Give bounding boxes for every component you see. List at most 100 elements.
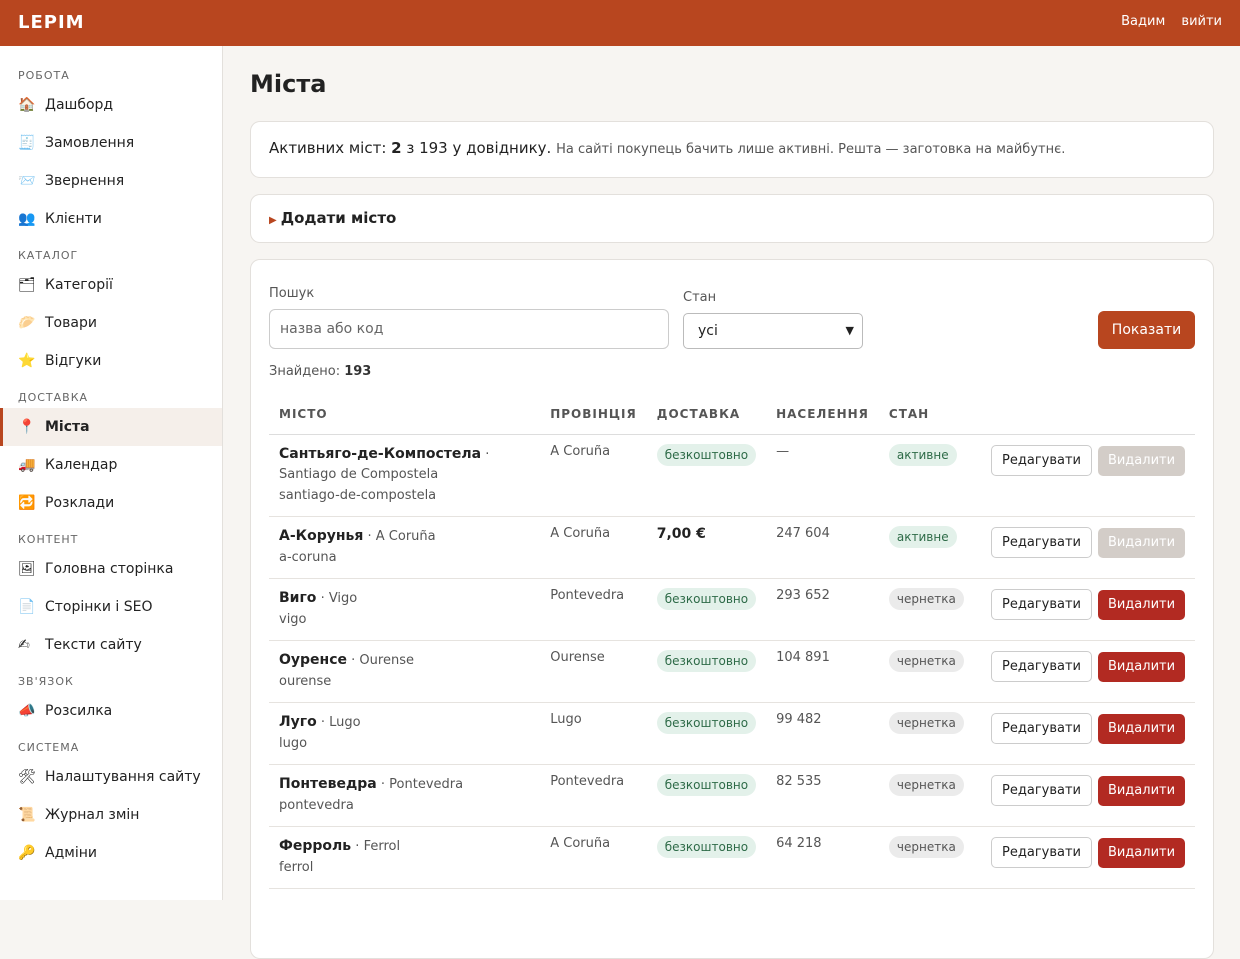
show-button[interactable]: Показати: [1098, 311, 1195, 349]
brand-logo[interactable]: LEPIM: [18, 12, 85, 33]
triangle-right-icon: ▶: [269, 215, 277, 226]
sidebar-item-label: Сторінки і SEO: [45, 599, 153, 615]
sidebar-item-icon: 📣: [18, 703, 36, 719]
edit-button[interactable]: Редагувати: [991, 588, 1092, 620]
state-badge: активне: [888, 443, 957, 466]
add-city-toggle[interactable]: ▶ Додати місто: [250, 194, 1214, 243]
sidebar-item[interactable]: 📍 Міста: [0, 408, 222, 446]
edit-button[interactable]: Редагувати: [991, 526, 1092, 558]
sidebar-item[interactable]: 📣 Розсилка: [0, 692, 222, 730]
sidebar-item[interactable]: 👥 Клієнти: [0, 200, 222, 238]
state-cell: активне: [878, 516, 974, 579]
delivery-cell: безкоштовно: [646, 640, 767, 703]
top-bar: LEPIM Вадим вийти: [0, 0, 1240, 46]
city-cell: Оуренсе · Ourense ourense: [269, 640, 541, 703]
edit-button[interactable]: Редагувати: [991, 650, 1092, 682]
state-badge: чернетка: [888, 835, 964, 858]
sidebar-item-label: Адміни: [45, 845, 97, 861]
delivery-cell: безкоштовно: [646, 764, 767, 827]
sidebar-item-icon: 🧾: [18, 135, 36, 151]
sidebar-item[interactable]: 📜 Журнал змін: [0, 796, 222, 834]
table-row: А-Корунья · A Coruña a-coruna A Coruña 7…: [269, 516, 1195, 579]
city-name: Ферроль: [279, 837, 352, 854]
col-header-province[interactable]: ПРОВІНЦІЯ: [540, 394, 647, 435]
sidebar-item-icon: 🔁: [18, 495, 36, 511]
sidebar-item[interactable]: 📄 Сторінки і SEO: [0, 588, 222, 626]
search-input[interactable]: [269, 309, 669, 349]
sidebar-section-title: ДОСТАВКА: [18, 391, 89, 404]
city-name: Оуренсе: [279, 651, 348, 668]
state-cell: чернетка: [878, 764, 974, 827]
state-select-value: усі: [698, 323, 718, 339]
state-badge: чернетка: [888, 649, 964, 672]
sidebar-item-label: Дашборд: [45, 97, 114, 113]
sidebar-item[interactable]: 🖼 Головна сторінка: [0, 550, 222, 588]
delivery-badge: безкоштовно: [656, 711, 757, 734]
city-cell: Виго · Vigo vigo: [269, 578, 541, 641]
sidebar-item-label: Календар: [45, 457, 118, 473]
info-prefix: Активних міст:: [269, 139, 392, 157]
sidebar-item-label: Відгуки: [45, 353, 102, 369]
sidebar-item[interactable]: ⭐ Відгуки: [0, 342, 222, 380]
sidebar-item-label: Головна сторінка: [45, 561, 174, 577]
delivery-badge: безкоштовно: [656, 443, 757, 466]
delete-button[interactable]: Видалити: [1098, 651, 1185, 682]
city-latin-text: A Coruña: [375, 528, 436, 544]
sidebar-item[interactable]: 🧾 Замовлення: [0, 124, 222, 162]
col-header-city[interactable]: МІСТО: [269, 394, 541, 435]
found-label: Знайдено:: [269, 364, 341, 379]
col-header-delivery[interactable]: ДОСТАВКА: [646, 394, 767, 435]
table-row: Сантьяго-де-Компостела · Santiago de Com…: [269, 434, 1195, 517]
province-cell: A Coruña: [540, 826, 647, 889]
delivery-cell: безкоштовно: [646, 826, 767, 889]
sidebar-item[interactable]: 🛠 Налаштування сайту: [0, 758, 222, 796]
delivery-cell: 7,00 €: [646, 516, 767, 579]
sidebar-section-title: КАТАЛОГ: [18, 249, 79, 262]
sidebar-item[interactable]: 🚚 Календар: [0, 446, 222, 484]
sidebar-item[interactable]: 📨 Звернення: [0, 162, 222, 200]
sidebar-item[interactable]: 🔁 Розклади: [0, 484, 222, 522]
table-row: Понтеведра · Pontevedra pontevedra Ponte…: [269, 764, 1195, 827]
population-cell: 104 891: [766, 640, 879, 703]
city-latin-name: · Ourense: [351, 652, 414, 668]
sidebar-item-icon: ⭐: [18, 353, 36, 369]
sidebar-item-label: Клієнти: [45, 211, 102, 227]
sidebar-item[interactable]: 🏠 Дашборд: [0, 86, 222, 124]
sidebar-item[interactable]: 🥟 Товари: [0, 304, 222, 342]
sidebar-item-icon: 📨: [18, 173, 36, 189]
sidebar-item-icon: ✍: [18, 637, 30, 653]
sidebar: РОБОТА 🏠 Дашборд 🧾 Замовлення 📨 Звернення 👥 Кліє…: [0, 46, 223, 900]
cities-table-card: Пошук Стан усі ▼ Показати Знайдено: 193 …: [250, 259, 1214, 959]
edit-button[interactable]: Редагувати: [991, 712, 1092, 744]
delete-button[interactable]: Видалити: [1098, 589, 1185, 620]
edit-button[interactable]: Редагувати: [991, 444, 1092, 476]
sidebar-item-icon: 📍: [18, 419, 36, 435]
sidebar-item[interactable]: 🗂 Категорії: [0, 266, 222, 304]
col-header-population[interactable]: НАСЕЛЕННЯ: [766, 394, 879, 435]
table-header-row: МІСТО ПРОВІНЦІЯ ДОСТАВКА НАСЕЛЕННЯ СТАН: [269, 394, 1195, 435]
active-count: 2: [391, 139, 402, 157]
sidebar-item-icon: 🗂: [18, 277, 36, 293]
delete-button[interactable]: Видалити: [1098, 837, 1185, 868]
delete-button[interactable]: Видалити: [1098, 775, 1185, 806]
actions-cell: Редагувати Видалити: [973, 702, 1195, 765]
user-name[interactable]: Вадим: [1121, 14, 1165, 29]
sidebar-item-icon: 🏠: [18, 97, 36, 113]
logout-link[interactable]: вийти: [1181, 14, 1222, 29]
province-cell: Lugo: [540, 702, 647, 765]
sidebar-item[interactable]: 🔑 Адміни: [0, 834, 222, 872]
edit-button[interactable]: Редагувати: [991, 774, 1092, 806]
city-latin-text: Vigo: [328, 590, 358, 606]
city-latin-text: Ferrol: [363, 838, 401, 854]
state-label: Стан: [683, 290, 717, 305]
edit-button[interactable]: Редагувати: [991, 836, 1092, 868]
sidebar-item[interactable]: ✍ Тексти сайту: [0, 626, 222, 664]
delivery-badge: безкоштовно: [656, 835, 757, 858]
state-select[interactable]: усі ▼: [683, 313, 863, 349]
col-header-state[interactable]: СТАН: [878, 394, 974, 435]
city-cell: Сантьяго-де-Компостела · Santiago de Com…: [269, 434, 541, 517]
delete-button[interactable]: Видалити: [1098, 713, 1185, 744]
state-badge: чернетка: [888, 711, 964, 734]
state-badge: чернетка: [888, 773, 964, 796]
sidebar-item-icon: 📜: [18, 807, 36, 823]
